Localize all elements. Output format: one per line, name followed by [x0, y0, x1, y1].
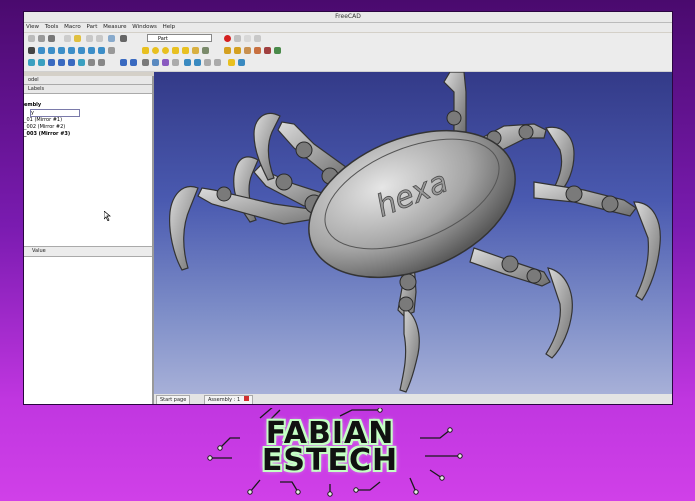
std-icon-20[interactable]	[238, 59, 245, 66]
std-icon-16[interactable]	[194, 59, 201, 66]
part-shape-builder-icon[interactable]	[202, 47, 209, 54]
std-icon-17[interactable]	[204, 59, 211, 66]
std-icon-4[interactable]	[58, 59, 65, 66]
open-icon[interactable]	[38, 35, 45, 42]
tree-item-mirror-2[interactable]: _002 (Mirror #2)	[24, 124, 152, 131]
std-icon-19[interactable]	[228, 59, 235, 66]
std-icon-9[interactable]	[120, 59, 127, 66]
model-tab[interactable]: odel	[24, 76, 152, 85]
3d-viewport[interactable]: hexa	[154, 72, 672, 394]
part-sphere-icon[interactable]	[162, 47, 169, 54]
close-tab-icon[interactable]	[243, 396, 249, 401]
play-macro-icon[interactable]	[254, 35, 261, 42]
tab-start-page-label: Start page	[160, 397, 187, 403]
part-cylinder-icon[interactable]	[152, 47, 159, 54]
view-front-icon[interactable]	[48, 47, 55, 54]
brand-logo: FABIAN ESTECH	[180, 408, 480, 498]
window-title: FreeCAD	[335, 13, 361, 20]
stop-macro-icon[interactable]	[234, 35, 241, 42]
std-icon-10[interactable]	[130, 59, 137, 66]
menu-measure[interactable]: Measure	[103, 24, 126, 30]
view-bottom-icon[interactable]	[88, 47, 95, 54]
property-value-header: Value	[32, 248, 46, 254]
part-chamfer-icon[interactable]	[264, 47, 271, 54]
tree-item-mirror-3[interactable]: _003 (Mirror #3)	[24, 131, 152, 138]
std-icon-8[interactable]	[98, 59, 105, 66]
measure-icon[interactable]	[108, 47, 115, 54]
model-tab-label: odel	[28, 77, 39, 83]
toolbar-3	[24, 57, 672, 72]
std-icon-11[interactable]	[142, 59, 149, 66]
menu-bar: View Tools Macro Part Measure Windows He…	[24, 23, 672, 32]
menu-tools[interactable]: Tools	[45, 24, 59, 30]
workbench-select[interactable]: Part	[147, 34, 212, 42]
new-icon[interactable]	[28, 35, 35, 42]
record-macro-icon[interactable]	[224, 35, 231, 42]
std-icon-6[interactable]	[78, 59, 85, 66]
menu-view[interactable]: View	[26, 24, 39, 30]
part-cut-icon[interactable]	[274, 47, 281, 54]
std-icon-5[interactable]	[68, 59, 75, 66]
tab-start-page[interactable]: Start page	[156, 395, 191, 404]
menu-part[interactable]: Part	[87, 24, 98, 30]
undo-icon[interactable]	[86, 35, 93, 42]
tree-item-assembly[interactable]: embly	[24, 102, 152, 109]
title-bar: FreeCAD	[24, 12, 672, 23]
hexapod-model: hexa	[169, 72, 661, 393]
whats-this-icon[interactable]	[120, 35, 127, 42]
cut-icon[interactable]	[64, 35, 71, 42]
tree-view: embly y _01 (Mirror #1) _002 (Mirror #2)…	[24, 94, 152, 138]
tab-assembly[interactable]: Assembly : 1	[204, 395, 253, 404]
part-cone-icon[interactable]	[172, 47, 179, 54]
std-icon-14[interactable]	[172, 59, 179, 66]
paste-icon[interactable]	[74, 35, 81, 42]
document-tab-bar: Start page Assembly : 1	[154, 394, 672, 404]
brand-line-2: ESTECH	[261, 443, 399, 478]
part-primitives-icon[interactable]	[192, 47, 199, 54]
view-iso-icon[interactable]	[38, 47, 45, 54]
save-icon[interactable]	[48, 35, 55, 42]
view-fit-icon[interactable]	[28, 47, 35, 54]
part-extrude-icon[interactable]	[224, 47, 231, 54]
std-icon-12[interactable]	[152, 59, 159, 66]
part-fillet-icon[interactable]	[254, 47, 261, 54]
menu-windows[interactable]: Windows	[132, 24, 157, 30]
macro-edit-icon[interactable]	[244, 35, 251, 42]
tab-assembly-label: Assembly : 1	[208, 397, 241, 403]
std-icon-13[interactable]	[162, 59, 169, 66]
view-right-icon[interactable]	[68, 47, 75, 54]
redo-icon[interactable]	[96, 35, 103, 42]
std-icon-2[interactable]	[38, 59, 45, 66]
tree-item-rename-field[interactable]: y	[30, 109, 80, 117]
view-left-icon[interactable]	[98, 47, 105, 54]
brand-wordmark: FABIAN ESTECH	[230, 419, 430, 478]
part-box-icon[interactable]	[142, 47, 149, 54]
menu-help[interactable]: Help	[163, 24, 176, 30]
labels-header-label: Labels	[28, 86, 45, 92]
workbench-select-value: Part	[158, 36, 168, 42]
std-icon-18[interactable]	[214, 59, 221, 66]
freecad-window: FreeCAD View Tools Macro Part Measure Wi…	[24, 12, 672, 404]
std-icon-3[interactable]	[48, 59, 55, 66]
combo-view-panel: odel Labels embly y _01 (Mirror #1) _002…	[24, 76, 154, 404]
menu-macro[interactable]: Macro	[64, 24, 81, 30]
part-mirror-icon[interactable]	[244, 47, 251, 54]
part-revolve-icon[interactable]	[234, 47, 241, 54]
property-header: Value	[24, 246, 152, 257]
view-rear-icon[interactable]	[78, 47, 85, 54]
view-top-icon[interactable]	[58, 47, 65, 54]
std-icon-15[interactable]	[184, 59, 191, 66]
tree-item-mirror-1[interactable]: _01 (Mirror #1)	[24, 117, 152, 124]
labels-header: Labels	[24, 85, 152, 94]
std-icon-7[interactable]	[88, 59, 95, 66]
mouse-cursor-icon	[103, 206, 112, 225]
refresh-icon[interactable]	[108, 35, 115, 42]
part-torus-icon[interactable]	[182, 47, 189, 54]
std-icon-1[interactable]	[28, 59, 35, 66]
